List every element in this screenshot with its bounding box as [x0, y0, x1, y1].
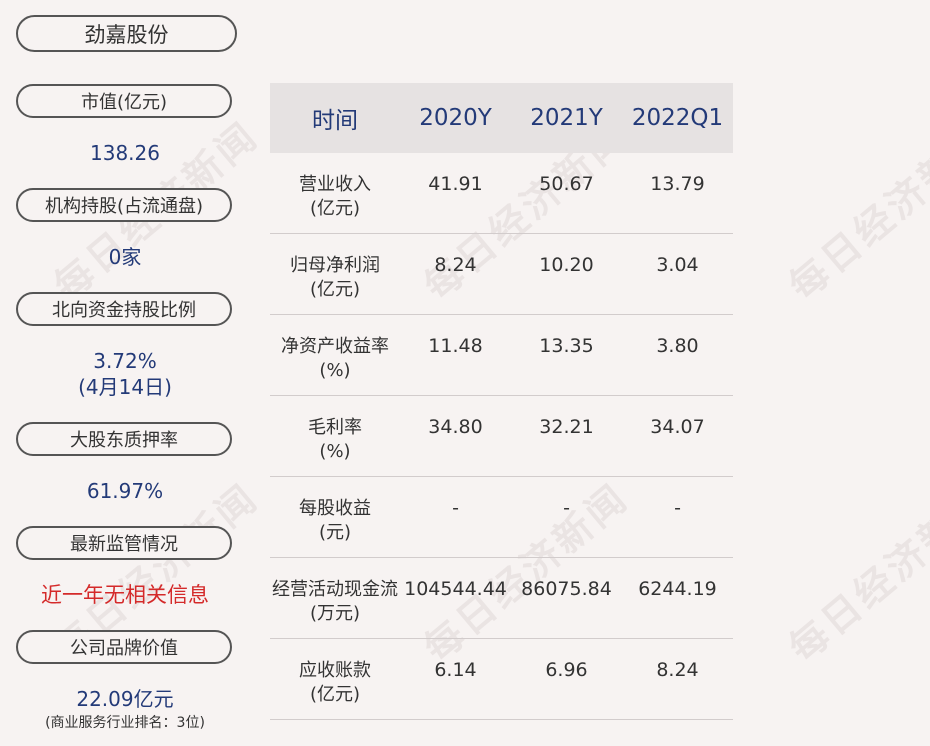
header-2022q1: 2022Q1 [631, 105, 724, 131]
financial-table: 时间 2020Y 2021Y 2022Q1 营业收入 (亿元) 41.91 50.… [270, 83, 733, 720]
row-label: 经营活动现金流 (万元) [272, 579, 398, 624]
table-cell: 86075.84 [521, 578, 612, 600]
row-label: 每股收益 (元) [299, 498, 371, 543]
table-cell: 3.04 [656, 254, 699, 276]
table-cell: 11.48 [428, 335, 483, 357]
header-2021: 2021Y [530, 105, 603, 131]
brand-value: 22.09亿元 [76, 687, 174, 711]
watermark: 每日经济新闻 [780, 474, 930, 671]
pledge-value: 61.97% [86, 479, 164, 503]
institution-value: 0家 [108, 245, 142, 269]
table-cell: - [452, 497, 459, 519]
table-row: 应收账款 (亿元) 6.14 6.96 8.24 [270, 639, 733, 720]
table-row: 毛利率 (%) 34.80 32.21 34.07 [270, 396, 733, 477]
northbound-label: 北向资金持股比例 [16, 292, 232, 326]
header-time: 时间 [312, 108, 358, 134]
table-cell: 104544.44 [404, 578, 507, 600]
company-name: 劲嘉股份 [16, 15, 237, 52]
brand-label: 公司品牌价值 [16, 630, 232, 664]
table-header: 时间 2020Y 2021Y 2022Q1 [270, 83, 733, 153]
row-label: 净资产收益率 (%) [281, 336, 389, 381]
table-cell: 6.96 [545, 659, 588, 681]
table-row: 每股收益 (元) - - - [270, 477, 733, 558]
header-2020: 2020Y [419, 105, 492, 131]
table-cell: 8.24 [656, 659, 699, 681]
table-cell: 34.80 [428, 416, 483, 438]
table-row: 经营活动现金流 (万元) 104544.44 86075.84 6244.19 [270, 558, 733, 639]
regulation-label: 最新监管情况 [16, 526, 232, 560]
table-cell: 6.14 [434, 659, 477, 681]
row-label: 营业收入 (亿元) [299, 174, 371, 219]
table-cell: 13.79 [650, 173, 705, 195]
institution-label: 机构持股(占流通盘) [16, 188, 232, 222]
table-cell: 41.91 [428, 173, 483, 195]
watermark: 每日经济新闻 [780, 112, 930, 309]
table-cell: 3.80 [656, 335, 699, 357]
table-cell: 6244.19 [638, 578, 717, 600]
table-cell: 50.67 [539, 173, 594, 195]
table-cell: - [674, 497, 681, 519]
pledge-label: 大股东质押率 [16, 422, 232, 456]
brand-note: (商业服务行业排名：3位) [45, 715, 205, 731]
row-label: 毛利率 (%) [308, 417, 362, 462]
table-row: 净资产收益率 (%) 11.48 13.35 3.80 [270, 315, 733, 396]
table-cell: 32.21 [539, 416, 594, 438]
table-cell: 13.35 [539, 335, 594, 357]
row-label: 应收账款 (亿元) [299, 660, 371, 705]
table-row: 营业收入 (亿元) 41.91 50.67 13.79 [270, 153, 733, 234]
table-cell: - [563, 497, 570, 519]
table-cell: 10.20 [539, 254, 594, 276]
regulation-value: 近一年无相关信息 [41, 583, 209, 607]
table-row: 归母净利润 (亿元) 8.24 10.20 3.04 [270, 234, 733, 315]
market-cap-value: 138.26 [90, 141, 160, 165]
table-cell: 8.24 [434, 254, 477, 276]
row-label: 归母净利润 (亿元) [290, 255, 380, 300]
northbound-value: 3.72% [93, 349, 157, 373]
table-cell: 34.07 [650, 416, 705, 438]
market-cap-label: 市值(亿元) [16, 84, 232, 118]
northbound-date: (4月14日) [78, 375, 172, 399]
